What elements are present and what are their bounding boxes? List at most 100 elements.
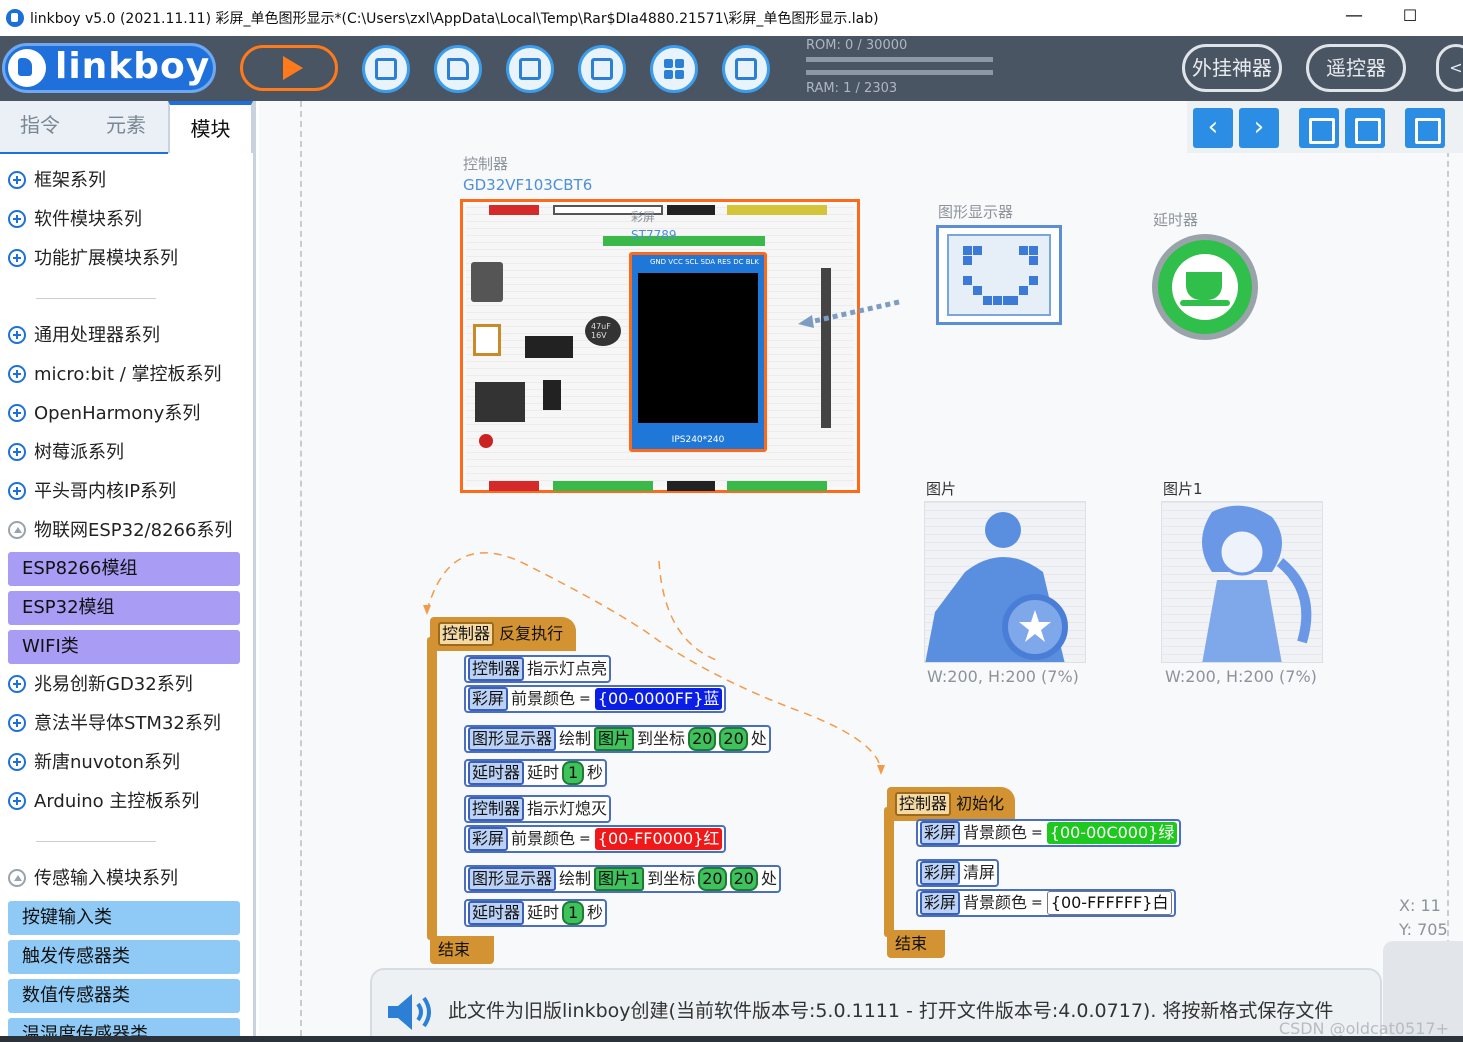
- color-red-value[interactable]: {00-FF0000}红: [594, 828, 723, 850]
- timer-module[interactable]: [1152, 234, 1258, 340]
- maximize-button[interactable]: ☐: [1396, 4, 1424, 30]
- message-button[interactable]: [722, 45, 770, 93]
- block-clear-screen[interactable]: 彩屏 清屏: [916, 859, 1000, 887]
- anime-girl-icon: [1202, 505, 1312, 662]
- block-led-on[interactable]: 控制器 指示灯点亮: [464, 655, 612, 683]
- play-icon: [283, 56, 303, 80]
- linkboy-logo: linkboy: [2, 43, 216, 93]
- expand-icon: [8, 404, 26, 422]
- lcd-label: 彩屏: [631, 210, 656, 224]
- loop-event-bar: [427, 637, 437, 940]
- block-delay-2[interactable]: 延时器 延时 1秒: [464, 899, 608, 927]
- cup-icon: [1172, 254, 1238, 320]
- tab-modules[interactable]: 模块: [168, 101, 253, 153]
- logo-text: linkboy: [55, 46, 211, 87]
- tab-elements[interactable]: 元素: [86, 101, 166, 153]
- prev-button[interactable]: ‹: [1193, 108, 1233, 148]
- sub-value-sensors[interactable]: 数值传感器类: [8, 979, 240, 1013]
- export-icon: [591, 58, 613, 80]
- remote-control-button[interactable]: 遥控器: [1306, 44, 1406, 92]
- mail-icon: [735, 58, 757, 80]
- save-button[interactable]: [362, 45, 410, 93]
- block-led-off[interactable]: 控制器 指示灯熄灭: [464, 795, 612, 823]
- image2-label: 图片1: [1163, 480, 1203, 498]
- category-framework[interactable]: 框架系列: [8, 166, 106, 196]
- init-event-header[interactable]: 控制器 初始化: [887, 787, 1015, 821]
- usb-port: [473, 324, 501, 356]
- category-arduino[interactable]: Arduino 主控板系列: [8, 787, 199, 817]
- block-draw-image[interactable]: 图形显示器 绘制 图片 到坐标 20 20 处: [464, 725, 771, 753]
- collapse-icon: [8, 869, 26, 887]
- sub-esp8266[interactable]: ESP8266模组: [8, 552, 240, 586]
- edit-button[interactable]: [506, 45, 554, 93]
- right-boundary: [1447, 101, 1449, 1036]
- block-bg-white[interactable]: 彩屏 背景颜色 = {00-FFFFFF}白: [916, 889, 1177, 917]
- category-gd32[interactable]: 兆易创新GD32系列: [8, 670, 193, 700]
- init-event-end: 结束: [887, 930, 945, 958]
- divider: [36, 841, 156, 842]
- sidebar-tabs: 指令 元素 模块: [0, 101, 253, 154]
- design-canvas[interactable]: ‹ › 控制器 GD32VF103CBT6 47uF 16V 彩屏 ST7789…: [259, 101, 1463, 1036]
- category-software[interactable]: 软件模块系列: [8, 205, 142, 235]
- category-extension[interactable]: 功能扩展模块系列: [8, 244, 178, 274]
- collapse-button[interactable]: <: [1436, 44, 1463, 92]
- controller-board[interactable]: 47uF 16V 彩屏 ST7789 GND VCC SCL SDA RES D…: [460, 199, 860, 493]
- minimize-button[interactable]: —: [1340, 4, 1368, 30]
- category-t-head[interactable]: 平头哥内核IP系列: [8, 477, 176, 507]
- paste-button[interactable]: [1345, 108, 1385, 148]
- category-esp[interactable]: 物联网ESP32/8266系列: [8, 516, 232, 546]
- color-blue-value[interactable]: {00-0000FF}蓝: [594, 688, 723, 710]
- export-button[interactable]: [578, 45, 626, 93]
- category-raspberry-pi[interactable]: 树莓派系列: [8, 438, 124, 468]
- modules-button[interactable]: [650, 45, 698, 93]
- reset-button: [471, 262, 503, 302]
- notice-bar: 此文件为旧版linkboy创建(当前软件版本号:5.0.1111 - 打开文件版…: [370, 968, 1382, 1036]
- rom-bar: [806, 57, 993, 62]
- grid-icon: [663, 58, 685, 80]
- loop-event-header[interactable]: 控制器 反复执行: [430, 617, 576, 651]
- folder-icon: [447, 58, 469, 80]
- lcd-module[interactable]: GND VCC SCL SDA RES DC BLK IPS240*240: [629, 252, 767, 452]
- tab-instructions[interactable]: 指令: [0, 101, 80, 153]
- block-draw-image1[interactable]: 图形显示器 绘制 图片1 到坐标 20 20 处: [464, 865, 781, 893]
- plugin-button[interactable]: 外挂神器: [1182, 44, 1282, 92]
- block-set-fg-blue[interactable]: 彩屏 前景颜色 = {00-0000FF}蓝: [464, 685, 727, 713]
- category-general-cpu[interactable]: 通用处理器系列: [8, 321, 160, 351]
- header-pins: [603, 236, 765, 246]
- rom-usage: ROM: 0 / 30000: [806, 38, 908, 53]
- controller-model: GD32VF103CBT6: [463, 176, 593, 194]
- image1-canvas[interactable]: [924, 501, 1086, 663]
- category-nuvoton[interactable]: 新唐nuvoton系列: [8, 748, 180, 778]
- open-button[interactable]: [434, 45, 482, 93]
- cursor-y: Y: 705: [1399, 920, 1448, 939]
- sub-trigger-sensors[interactable]: 触发传感器类: [8, 940, 240, 974]
- captain-figure-icon: [925, 512, 1068, 662]
- sub-esp32[interactable]: ESP32模组: [8, 591, 240, 625]
- block-delay-1[interactable]: 延时器 延时 1秒: [464, 759, 608, 787]
- capacitor-label: 47uF 16V: [591, 322, 611, 340]
- block-bg-green[interactable]: 彩屏 背景颜色 = {00-00C000}绿: [916, 819, 1182, 847]
- lcd-screen: [638, 273, 758, 423]
- ic-chip: [525, 336, 573, 358]
- image1-label: 图片: [926, 480, 957, 498]
- category-openharmony[interactable]: OpenHarmony系列: [8, 399, 200, 429]
- graphic-display[interactable]: [936, 225, 1062, 325]
- run-button[interactable]: [240, 45, 338, 91]
- sub-wifi[interactable]: WIFI类: [8, 630, 240, 664]
- category-stm32[interactable]: 意法半导体STM32系列: [8, 709, 221, 739]
- category-sensor-input[interactable]: 传感输入模块系列: [8, 864, 178, 894]
- timer-label: 延时器: [1153, 211, 1199, 229]
- image2-canvas[interactable]: [1161, 501, 1323, 663]
- image1-info: W:200, H:200 (7%): [927, 667, 1079, 686]
- ram-usage: RAM: 1 / 2303: [806, 81, 898, 96]
- category-microbit[interactable]: micro:bit / 掌控板系列: [8, 360, 222, 390]
- color-green-value[interactable]: {00-00C000}绿: [1046, 822, 1178, 844]
- display-label: 图形显示器: [938, 203, 1014, 221]
- next-button[interactable]: ›: [1239, 108, 1279, 148]
- copy-button[interactable]: [1299, 108, 1339, 148]
- block-set-fg-red[interactable]: 彩屏 前景颜色 = {00-FF0000}红: [464, 825, 727, 853]
- sub-buttons[interactable]: 按键输入类: [8, 901, 240, 935]
- fit-button[interactable]: [1405, 108, 1445, 148]
- color-white-value[interactable]: {00-FFFFFF}白: [1046, 891, 1173, 915]
- main-toolbar: linkboy ROM: 0 / 30000 RAM: 1 / 2303 外挂神…: [0, 36, 1463, 101]
